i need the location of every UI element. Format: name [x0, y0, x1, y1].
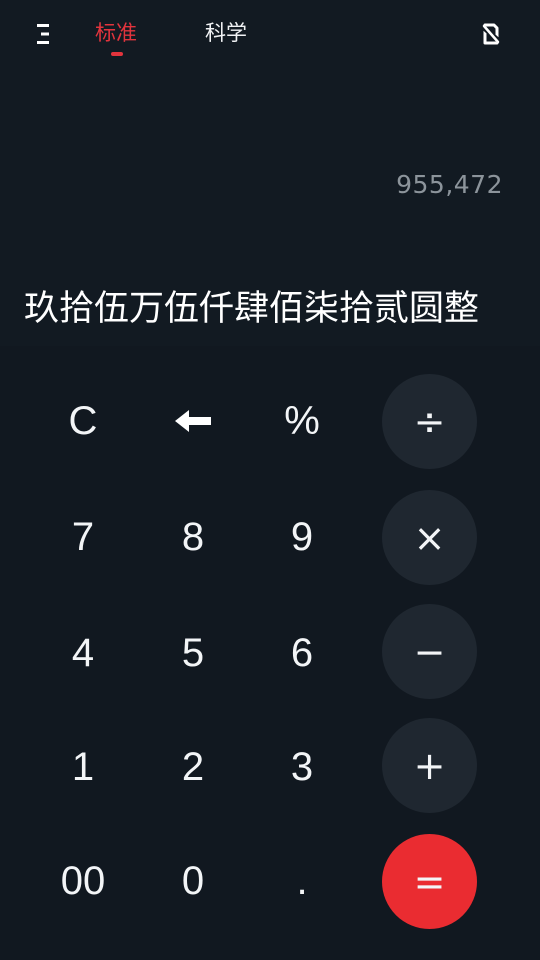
double-zero-button[interactable]: 00 [33, 836, 133, 926]
digit-8-button[interactable]: 8 [143, 492, 243, 582]
decimal-point-button[interactable]: . [252, 836, 352, 926]
multiply-button[interactable]: × [382, 490, 477, 585]
tab-standard[interactable]: 标准 [95, 18, 137, 48]
equals-button[interactable]: = [382, 834, 477, 929]
digit-2-button[interactable]: 2 [143, 722, 243, 812]
top-bar: 标准 科学 [0, 0, 540, 70]
digit-5-button[interactable]: 5 [143, 608, 243, 698]
floating-window-icon[interactable] [480, 22, 502, 46]
menu-icon[interactable] [36, 22, 50, 46]
backspace-button[interactable] [143, 376, 243, 466]
active-tab-indicator [111, 52, 123, 56]
digit-4-button[interactable]: 4 [33, 608, 133, 698]
percent-button[interactable]: % [252, 376, 352, 466]
clear-button[interactable]: C [33, 376, 133, 466]
divide-button[interactable]: ÷ [382, 374, 477, 469]
digit-6-button[interactable]: 6 [252, 608, 352, 698]
plus-button[interactable]: + [382, 718, 477, 813]
digit-7-button[interactable]: 7 [33, 492, 133, 582]
keypad: C % ÷ 7 8 9 × 4 5 6 − 1 2 3 + 00 0 . = [0, 346, 540, 960]
minus-button[interactable]: − [382, 604, 477, 699]
digit-9-button[interactable]: 9 [252, 492, 352, 582]
digit-1-button[interactable]: 1 [33, 722, 133, 812]
result-chinese-text: 玖拾伍万伍仟肆佰柒拾贰圆整 [24, 289, 480, 329]
digit-3-button[interactable]: 3 [252, 722, 352, 812]
calculator-app: 标准 科学 955,472 玖拾伍万伍仟肆佰柒拾贰圆整 C % ÷ 7 8 9 … [0, 0, 540, 960]
backspace-icon [175, 410, 211, 432]
tab-science[interactable]: 科学 [205, 18, 247, 48]
expression-display: 955,472 [396, 170, 503, 199]
digit-0-button[interactable]: 0 [143, 836, 243, 926]
